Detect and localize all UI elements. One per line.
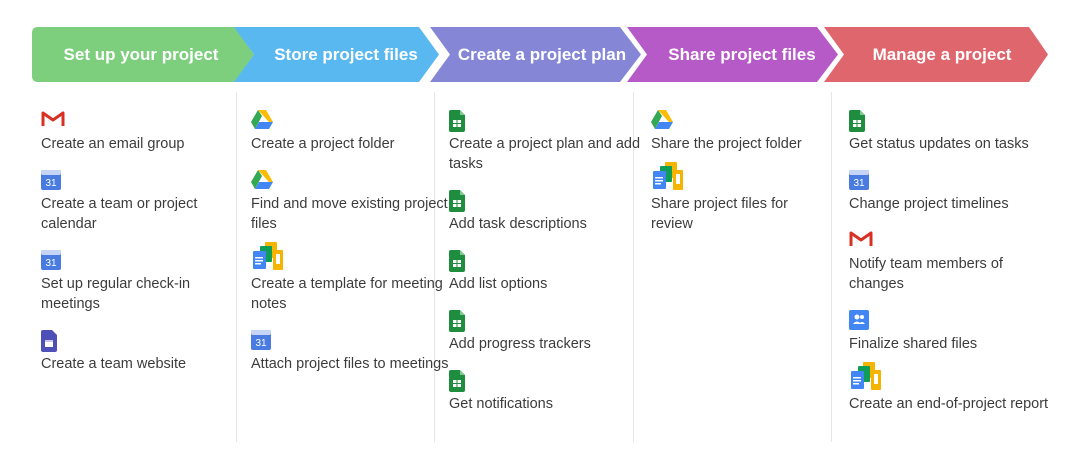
- drive-icon: [251, 110, 273, 129]
- sheets-icon: [449, 190, 465, 212]
- item-text: Notify team members of changes: [849, 256, 1003, 292]
- column-share-files: Share the project folder Share project f…: [651, 92, 826, 442]
- gmail-icon: [849, 231, 873, 246]
- step-label: Store project files: [274, 45, 418, 64]
- item-text: Create a template for meeting notes: [251, 276, 443, 312]
- sheets-icon: [449, 370, 465, 392]
- item-text: Attach project files to meetings: [251, 356, 449, 372]
- step-set-up: Set up your project: [30, 27, 260, 82]
- calendar-icon: 31: [41, 250, 61, 270]
- calendar-day: 31: [45, 178, 57, 189]
- sheets-icon: [849, 110, 865, 132]
- item-text: Share the project folder: [651, 136, 802, 152]
- sheets-icon: [449, 310, 465, 332]
- calendar-icon: 31: [251, 330, 271, 350]
- step-store-files: Store project files: [234, 27, 444, 82]
- docs-editors-icon: [653, 162, 683, 190]
- groups-icon: [849, 310, 869, 330]
- item-text: Create a project plan and add tasks: [449, 136, 641, 172]
- drive-icon: [251, 170, 273, 189]
- sheets-icon: [449, 110, 465, 132]
- sheets-icon: [449, 250, 465, 272]
- step-manage: Manage a project: [824, 27, 1054, 82]
- docs-editors-icon: [851, 362, 881, 390]
- item-text: Add task descriptions: [449, 216, 587, 232]
- item-text: Create a team or project calendar: [41, 196, 198, 232]
- step-label: Share project files: [668, 45, 816, 64]
- column-project-plan: Create a project plan and add tasks Add …: [449, 92, 640, 442]
- docs-editors-icon: [253, 242, 283, 270]
- item-text: Get status updates on tasks: [849, 136, 1029, 152]
- drive-icon: [651, 110, 673, 129]
- item-text: Change project timelines: [849, 196, 1009, 212]
- item-text: Create an email group: [41, 136, 185, 152]
- column-set-up: Create an email group 31 Create a team o…: [41, 92, 231, 442]
- calendar-day: 31: [45, 258, 57, 269]
- step-label: Manage a project: [872, 45, 1012, 64]
- calendar-day: 31: [853, 178, 865, 189]
- item-text: Add list options: [449, 276, 548, 292]
- gmail-icon: [41, 111, 65, 126]
- item-text: Create an end-of-project report: [849, 396, 1049, 412]
- item-text: Finalize shared files: [849, 336, 978, 352]
- calendar-icon: 31: [41, 170, 61, 190]
- step-project-plan: Create a project plan: [430, 27, 645, 82]
- item-text: Create a project folder: [251, 136, 395, 152]
- item-text: Set up regular check-in meetings: [41, 276, 191, 312]
- sites-icon: [41, 330, 57, 352]
- item-text: Get notifications: [449, 396, 553, 412]
- step-label: Create a project plan: [457, 45, 627, 64]
- item-text: Add progress trackers: [449, 336, 591, 352]
- calendar-icon: 31: [849, 170, 869, 190]
- item-text: Find and move existing project files: [251, 196, 448, 232]
- column-manage: Get status updates on tasks 31 Change pr…: [849, 92, 1064, 442]
- step-label: Set up your project: [63, 45, 219, 64]
- calendar-day: 31: [255, 338, 267, 349]
- item-text: Share project files for review: [651, 196, 789, 232]
- column-store-files: Create a project folder Find and move ex…: [251, 92, 448, 442]
- step-share-files: Share project files: [627, 27, 842, 82]
- item-text: Create a team website: [41, 356, 187, 372]
